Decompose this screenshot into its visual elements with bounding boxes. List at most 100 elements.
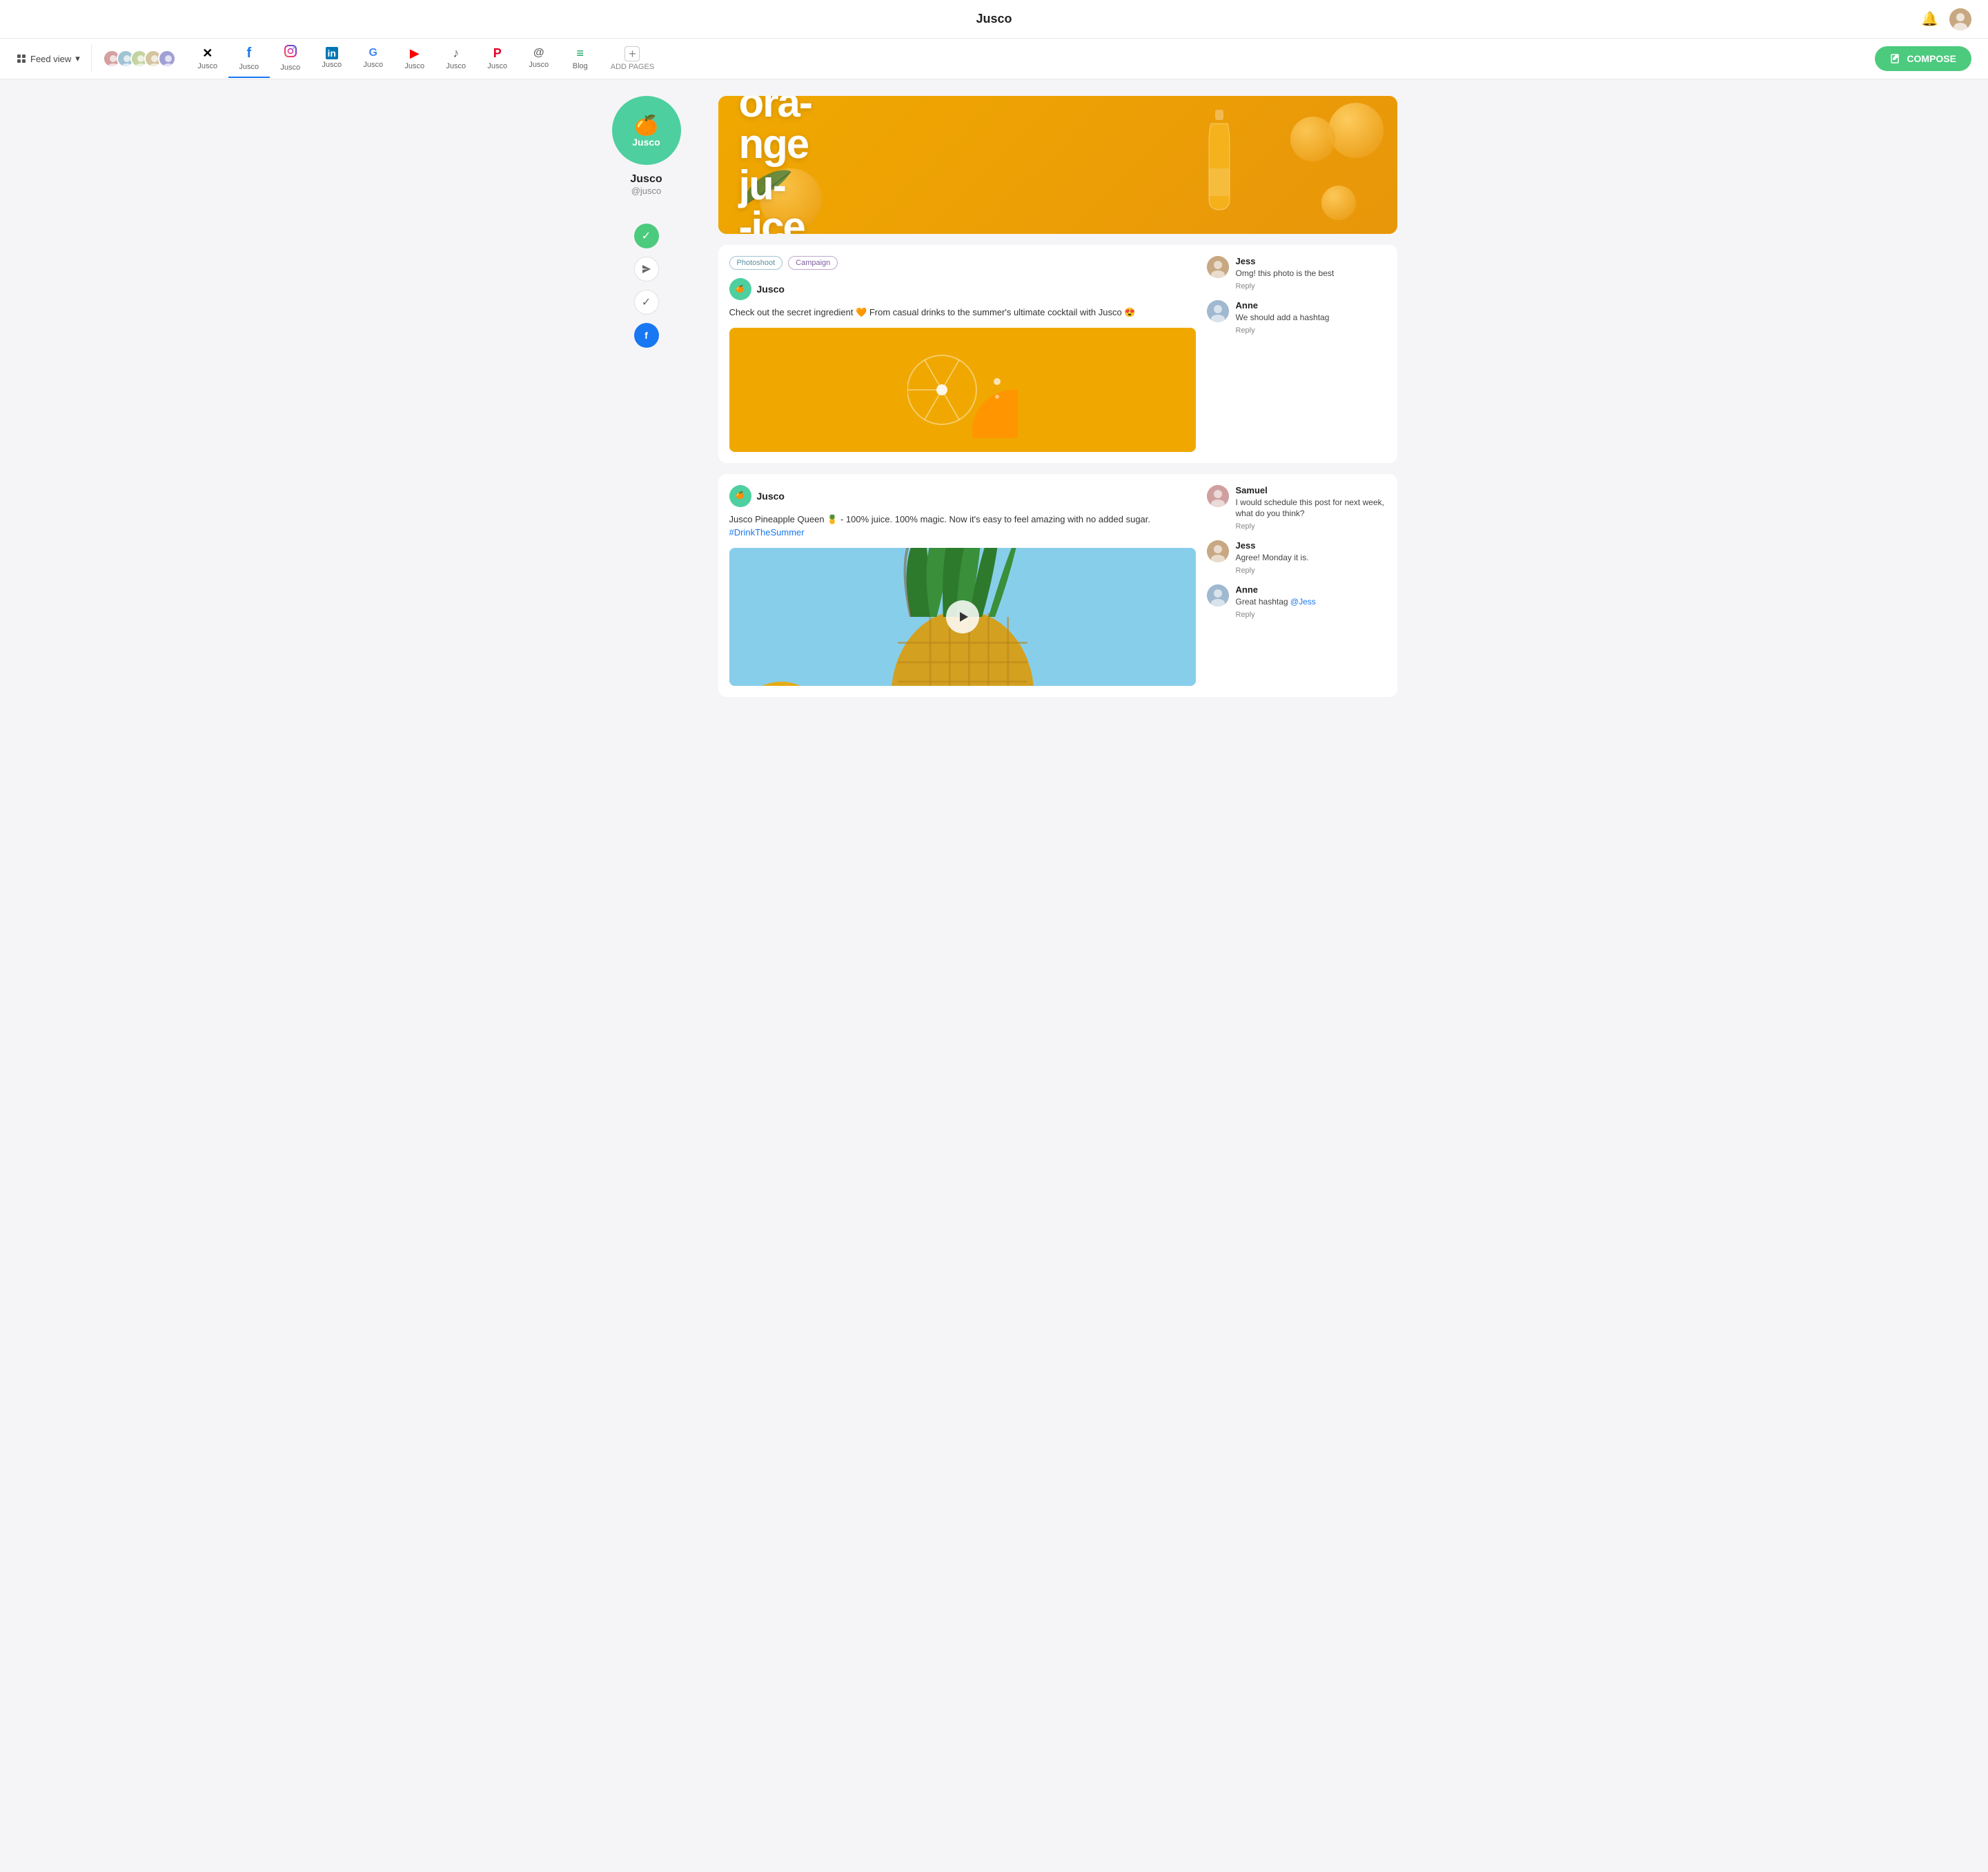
tab-threads[interactable]: @ Jusco: [518, 41, 560, 76]
comment-jess-2: Jess Agree! Monday it is. Reply: [1207, 540, 1386, 575]
tiktok-icon: ♪: [453, 46, 459, 61]
post-1-comments: Jess Omg! this photo is the best Reply A…: [1207, 256, 1386, 452]
feed-view-button[interactable]: Feed view ▾: [17, 45, 92, 72]
comment-anne-1: Anne We should add a hashtag Reply: [1207, 300, 1386, 335]
comment-avatar-anne-1: [1207, 300, 1229, 322]
post-1-main: Photoshoot Campaign 🍊 Jusco Check out th…: [729, 256, 1196, 452]
approve-button[interactable]: ✓: [634, 224, 659, 248]
tag-campaign[interactable]: Campaign: [788, 256, 838, 270]
center-feed: ora-ngeju--ice Photoshoot Campaign 🍊 Jus…: [718, 96, 1397, 697]
comment-name-jess-1: Jess: [1236, 256, 1386, 266]
tab-add-pages[interactable]: + ADD PAGES: [601, 41, 664, 77]
post-1-author: 🍊 Jusco: [729, 278, 1196, 300]
tab-twitter[interactable]: ✕ Jusco: [187, 41, 228, 77]
tab-google[interactable]: G Jusco: [353, 41, 394, 76]
comment-text-anne-1: We should add a hashtag: [1236, 312, 1386, 324]
comment-avatar-jess-1: [1207, 256, 1229, 278]
post-1-tags: Photoshoot Campaign: [729, 256, 1196, 270]
pinterest-icon: P: [493, 46, 502, 61]
brand-logo: 🍊 Jusco: [612, 96, 681, 165]
comment-avatar-anne-2: [1207, 584, 1229, 607]
deco-circle-2: [1321, 186, 1356, 220]
send-button[interactable]: [634, 257, 659, 282]
action-icons: ✓ ✓ f: [634, 224, 659, 348]
post-1-text: Check out the secret ingredient 🧡 From c…: [729, 306, 1196, 319]
comment-reply-samuel[interactable]: Reply: [1236, 522, 1386, 531]
left-sidebar: 🍊 Jusco Jusco @jusco ✓ ✓ f: [591, 96, 702, 697]
main-layout: 🍊 Jusco Jusco @jusco ✓ ✓ f: [580, 79, 1408, 713]
feed-view-label: Feed view: [30, 54, 71, 64]
comment-text-samuel: I would schedule this post for next week…: [1236, 497, 1386, 520]
tab-linkedin[interactable]: in Jusco: [311, 41, 353, 76]
deco-circle-3: [1290, 117, 1335, 161]
comment-name-anne-1: Anne: [1236, 300, 1386, 311]
cover-image: ora-ngeju--ice: [718, 96, 1397, 234]
brand-handle: @jusco: [631, 186, 662, 196]
post-2-hashtag: #DrinkTheSummer: [729, 527, 805, 538]
instagram-icon: [284, 44, 297, 62]
app-title: Jusco: [976, 12, 1012, 26]
comment-reply-jess-1[interactable]: Reply: [1236, 282, 1386, 290]
platform-navigation: Feed view ▾ ✕ Jusco f Jusco Jusco in Jus…: [0, 39, 1988, 79]
comment-mention: @Jess: [1290, 597, 1316, 607]
add-pages-plus-icon: +: [624, 46, 640, 61]
tab-blog[interactable]: ≡ Blog: [560, 41, 601, 77]
juice-bottle: [1207, 110, 1232, 213]
cover-text-block: ora-ngeju--ice: [739, 96, 811, 234]
tab-pinterest[interactable]: P Jusco: [477, 41, 518, 77]
comment-body-anne-2: Anne Great hashtag @Jess Reply: [1236, 584, 1386, 619]
post-2-main: 🍊 Jusco Jusco Pineapple Queen 🍍 - 100% j…: [729, 485, 1196, 686]
facebook-icon: f: [246, 46, 251, 61]
post-1-author-name: Jusco: [757, 284, 785, 295]
comment-reply-anne-2[interactable]: Reply: [1236, 611, 1386, 619]
post-1-image: [729, 328, 1196, 452]
video-play-button[interactable]: [946, 600, 979, 633]
comment-text-jess-1: Omg! this photo is the best: [1236, 268, 1386, 279]
blog-icon: ≡: [577, 46, 584, 61]
comment-samuel: Samuel I would schedule this post for ne…: [1207, 485, 1386, 531]
comment-body-samuel: Samuel I would schedule this post for ne…: [1236, 485, 1386, 531]
post-2-author-name: Jusco: [757, 491, 785, 502]
google-icon: G: [369, 47, 377, 59]
tab-facebook[interactable]: f Jusco: [228, 40, 270, 78]
notification-bell-icon[interactable]: 🔔: [1921, 10, 1938, 28]
orange-slice-svg: [907, 342, 1018, 438]
feed-view-chevron-icon: ▾: [75, 53, 80, 64]
post-2-comments: Samuel I would schedule this post for ne…: [1207, 485, 1386, 686]
comment-reply-jess-2[interactable]: Reply: [1236, 566, 1386, 575]
cover-content: ora-ngeju--ice: [718, 96, 1397, 234]
twitter-icon: ✕: [202, 46, 213, 61]
post-2-image: [729, 548, 1196, 686]
post-2-text: Jusco Pineapple Queen 🍍 - 100% juice. 10…: [729, 513, 1196, 540]
facebook-action-button[interactable]: f: [634, 323, 659, 348]
post-2-author-avatar: 🍊: [729, 485, 751, 507]
linkedin-icon: in: [326, 47, 338, 59]
comment-text-anne-2: Great hashtag @Jess: [1236, 596, 1386, 608]
comment-name-samuel: Samuel: [1236, 485, 1386, 495]
deco-circle-1: [1328, 103, 1384, 158]
tag-photoshoot[interactable]: Photoshoot: [729, 256, 783, 270]
post-1-author-avatar: 🍊: [729, 278, 751, 300]
nav-right: 🔔: [1921, 8, 1971, 30]
youtube-icon: ▶: [410, 46, 420, 61]
comment-body-jess-2: Jess Agree! Monday it is. Reply: [1236, 540, 1386, 575]
comment-name-jess-2: Jess: [1236, 540, 1386, 551]
top-navigation: Jusco 🔔: [0, 0, 1988, 39]
comment-anne-2: Anne Great hashtag @Jess Reply: [1207, 584, 1386, 619]
user-avatar[interactable]: [1949, 8, 1971, 30]
comment-avatar-samuel: [1207, 485, 1229, 507]
tab-instagram[interactable]: Jusco: [270, 39, 311, 79]
brand-name: Jusco: [630, 173, 662, 186]
post-2-author: 🍊 Jusco: [729, 485, 1196, 507]
comment-reply-anne-1[interactable]: Reply: [1236, 326, 1386, 335]
comment-jess-1: Jess Omg! this photo is the best Reply: [1207, 256, 1386, 290]
comment-name-anne-2: Anne: [1236, 584, 1386, 595]
add-pages-label: ADD PAGES: [611, 63, 654, 71]
threads-icon: @: [533, 47, 544, 59]
pending-check-button[interactable]: ✓: [634, 290, 659, 315]
tab-tiktok[interactable]: ♪ Jusco: [435, 41, 477, 77]
compose-button[interactable]: COMPOSE: [1875, 46, 1971, 71]
brand-logo-text: Jusco: [632, 137, 660, 148]
team-avatar-5: [158, 50, 176, 68]
tab-youtube[interactable]: ▶ Jusco: [394, 41, 435, 77]
